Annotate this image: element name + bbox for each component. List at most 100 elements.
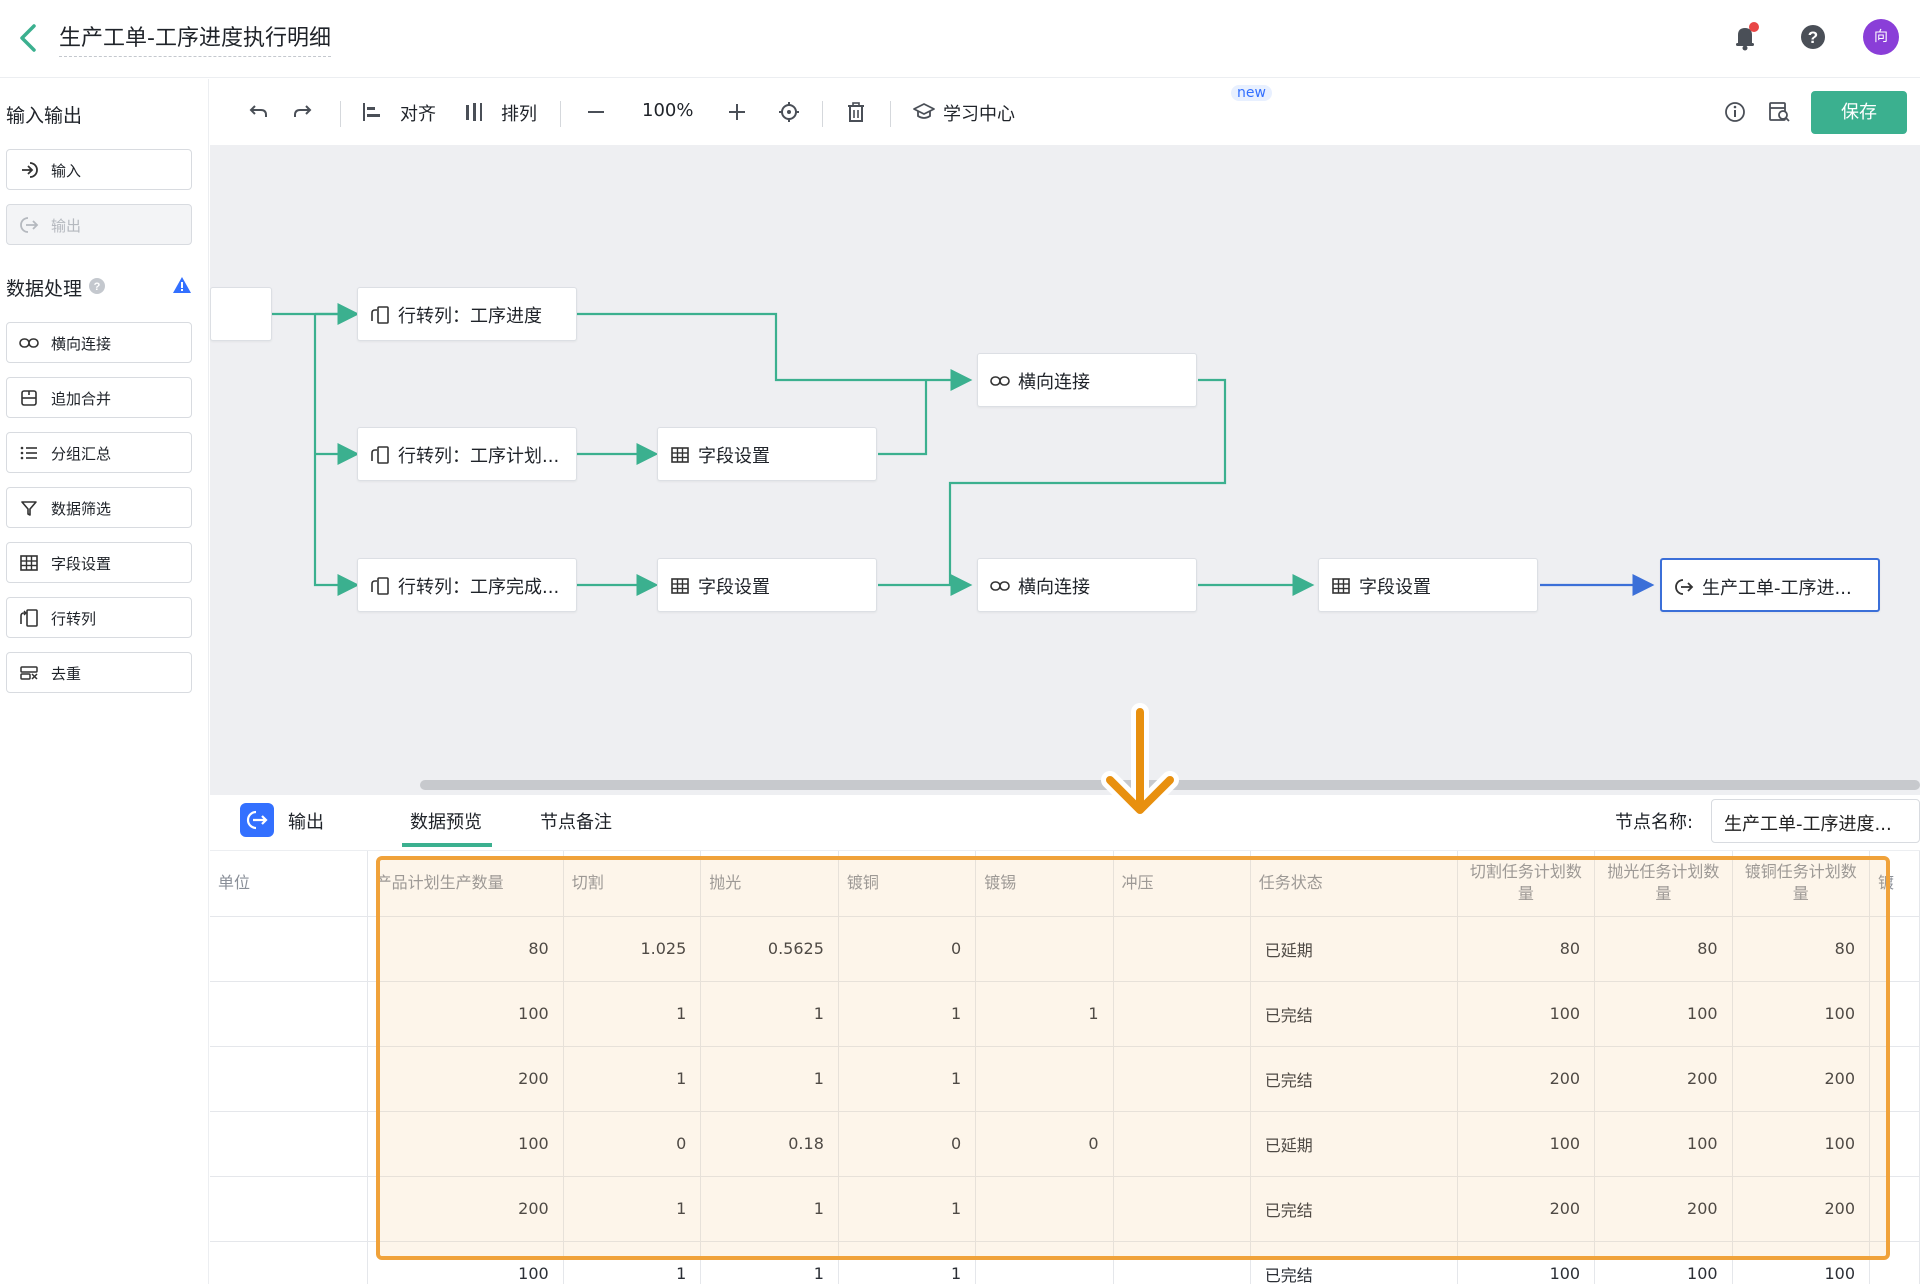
- undo-icon[interactable]: [246, 100, 270, 124]
- table-row[interactable]: 100 1 1 1 1 已完结 100 100 100: [210, 981, 1920, 1047]
- table-cell: 已延期: [1250, 916, 1458, 982]
- node-field-settings-1[interactable]: 字段设置: [657, 427, 877, 481]
- input-icon: [22, 162, 38, 178]
- table-cell: 200: [367, 1046, 564, 1112]
- table-cell: 100: [1732, 1111, 1871, 1177]
- table-cell: [210, 981, 368, 1047]
- tab-data-preview[interactable]: 数据预览: [410, 808, 482, 834]
- user-avatar[interactable]: 向: [1863, 19, 1899, 55]
- pivot-icon: [371, 446, 389, 464]
- align-button[interactable]: 对齐: [400, 100, 436, 126]
- data-preview-table[interactable]: 单位 产品计划生产数量 切割 抛光 镀铜 镀锡 冲压 任务状态 切割任务计划数量…: [210, 851, 1920, 1284]
- list-icon: [20, 446, 37, 460]
- node-pivot-progress[interactable]: 行转列：工序进度: [357, 287, 577, 341]
- table-cell: [1113, 1241, 1251, 1284]
- table-cell: 100: [1594, 981, 1733, 1047]
- left-sidebar: 输入输出 输入 输出 数据处理 ? 横向连接 追加合并 分组汇总 数据筛选 字段…: [0, 79, 209, 1284]
- locate-icon[interactable]: [777, 100, 801, 124]
- arrange-button[interactable]: 排列: [501, 100, 537, 126]
- redo-icon[interactable]: [291, 100, 315, 124]
- node-field-settings-2[interactable]: 字段设置: [657, 558, 877, 612]
- table-cell: 0: [838, 1111, 977, 1177]
- info-icon[interactable]: [1723, 100, 1747, 124]
- align-icon[interactable]: [360, 100, 384, 124]
- column-header[interactable]: 抛光: [700, 851, 839, 917]
- table-cell: 200: [1594, 1176, 1733, 1242]
- node-horizontal-join-2[interactable]: 横向连接: [977, 558, 1197, 612]
- help-icon[interactable]: ?: [1796, 20, 1830, 54]
- save-button[interactable]: 保存: [1811, 91, 1907, 134]
- table-cell: 1: [700, 981, 839, 1047]
- preview-settings-icon[interactable]: [1767, 100, 1791, 124]
- node-output[interactable]: 生产工单-工序进...: [1660, 558, 1880, 612]
- table-cell: 100: [1732, 981, 1871, 1047]
- column-header[interactable]: 镀铜: [838, 851, 977, 917]
- top-bar: 生产工单-工序进度执行明细 ? 向: [0, 0, 1920, 78]
- node-label: 行转列：工序计划...: [398, 446, 560, 467]
- output-icon: [1675, 579, 1694, 595]
- svg-text:?: ?: [94, 281, 101, 293]
- column-header[interactable]: 单位: [210, 851, 368, 917]
- table-cell: 100: [1457, 981, 1596, 1047]
- down-arrow-annotation-icon: [1101, 703, 1179, 819]
- flow-canvas[interactable]: 行转列：工序进度 行转列：工序计划... 行转列：工序完成... 字段设置 字段…: [210, 145, 1920, 795]
- node-pivot-done[interactable]: 行转列：工序完成...: [357, 558, 577, 612]
- back-arrow-icon[interactable]: [14, 20, 44, 56]
- learning-center-button[interactable]: 学习中心: [943, 100, 1015, 126]
- dedupe-icon: [20, 666, 38, 680]
- warning-icon[interactable]: [172, 275, 192, 295]
- table-cell: [975, 1046, 1114, 1112]
- node-name-field[interactable]: 生产工单-工序进度...: [1711, 799, 1920, 843]
- table-cell: 100: [367, 1241, 564, 1284]
- table-cell: 已延期: [1250, 1111, 1458, 1177]
- pivot-icon: [20, 609, 38, 627]
- column-header[interactable]: 镀: [1869, 851, 1920, 917]
- input-node[interactable]: [210, 287, 272, 341]
- zoom-in-icon[interactable]: [725, 100, 749, 124]
- column-header[interactable]: 任务状态: [1250, 851, 1458, 917]
- column-header[interactable]: 切割任务计划数量: [1457, 851, 1596, 917]
- notification-bell-icon[interactable]: [1728, 20, 1762, 54]
- table-cell: 1.025: [563, 916, 702, 982]
- node-field-settings-3[interactable]: 字段设置: [1318, 558, 1538, 612]
- table-row[interactable]: 80 1.025 0.5625 0 已延期 80 80 80: [210, 916, 1920, 982]
- column-header[interactable]: 冲压: [1113, 851, 1251, 917]
- question-icon[interactable]: ?: [88, 277, 106, 295]
- column-header[interactable]: 切割: [563, 851, 702, 917]
- output-button[interactable]: 输出: [6, 204, 192, 245]
- table-cell: 1: [563, 1046, 702, 1112]
- table-row[interactable]: 200 1 1 1 已完结 200 200 200: [210, 1176, 1920, 1242]
- column-header[interactable]: 抛光任务计划数量: [1594, 851, 1733, 917]
- canvas-toolbar: 对齐 排列 100% 学习中心 new 保存: [210, 79, 1920, 145]
- output-node-badge: [240, 803, 274, 837]
- sidebar-item-field-settings[interactable]: 字段设置: [6, 542, 192, 583]
- column-header[interactable]: 镀铜任务计划数量: [1732, 851, 1871, 917]
- table-cell: 1: [838, 1241, 977, 1284]
- table-row[interactable]: 100 0 0.18 0 0 已延期 100 100 100: [210, 1111, 1920, 1177]
- page-title[interactable]: 生产工单-工序进度执行明细: [59, 20, 331, 57]
- tab-node-notes[interactable]: 节点备注: [540, 808, 612, 834]
- delete-icon[interactable]: [844, 100, 868, 124]
- node-label: 横向连接: [1018, 577, 1090, 598]
- sidebar-item-dedupe[interactable]: 去重: [6, 652, 192, 693]
- link-icon: [990, 376, 1010, 386]
- table-icon: [1332, 578, 1350, 594]
- node-horizontal-join-1[interactable]: 横向连接: [977, 353, 1197, 407]
- sidebar-item-horizontal-join[interactable]: 横向连接: [6, 322, 192, 363]
- table-row[interactable]: 200 1 1 1 已完结 200 200 200: [210, 1046, 1920, 1112]
- column-header[interactable]: 产品计划生产数量: [367, 851, 564, 917]
- column-header[interactable]: 镀锡: [975, 851, 1114, 917]
- sidebar-item-row-to-column[interactable]: 行转列: [6, 597, 192, 638]
- table-row[interactable]: 100 1 1 1 已完结 100 100 100: [210, 1241, 1920, 1284]
- arrange-icon[interactable]: [462, 100, 486, 124]
- input-button[interactable]: 输入: [6, 149, 192, 190]
- sidebar-item-append-merge[interactable]: 追加合并: [6, 377, 192, 418]
- table-cell: 0: [838, 916, 977, 982]
- sidebar-item-data-filter[interactable]: 数据筛选: [6, 487, 192, 528]
- sidebar-item-group-summary[interactable]: 分组汇总: [6, 432, 192, 473]
- graduation-cap-icon[interactable]: [912, 100, 936, 124]
- table-cell: [1869, 1111, 1920, 1177]
- table-cell: 1: [838, 1046, 977, 1112]
- zoom-out-icon[interactable]: [584, 100, 608, 124]
- node-pivot-plan[interactable]: 行转列：工序计划...: [357, 427, 577, 481]
